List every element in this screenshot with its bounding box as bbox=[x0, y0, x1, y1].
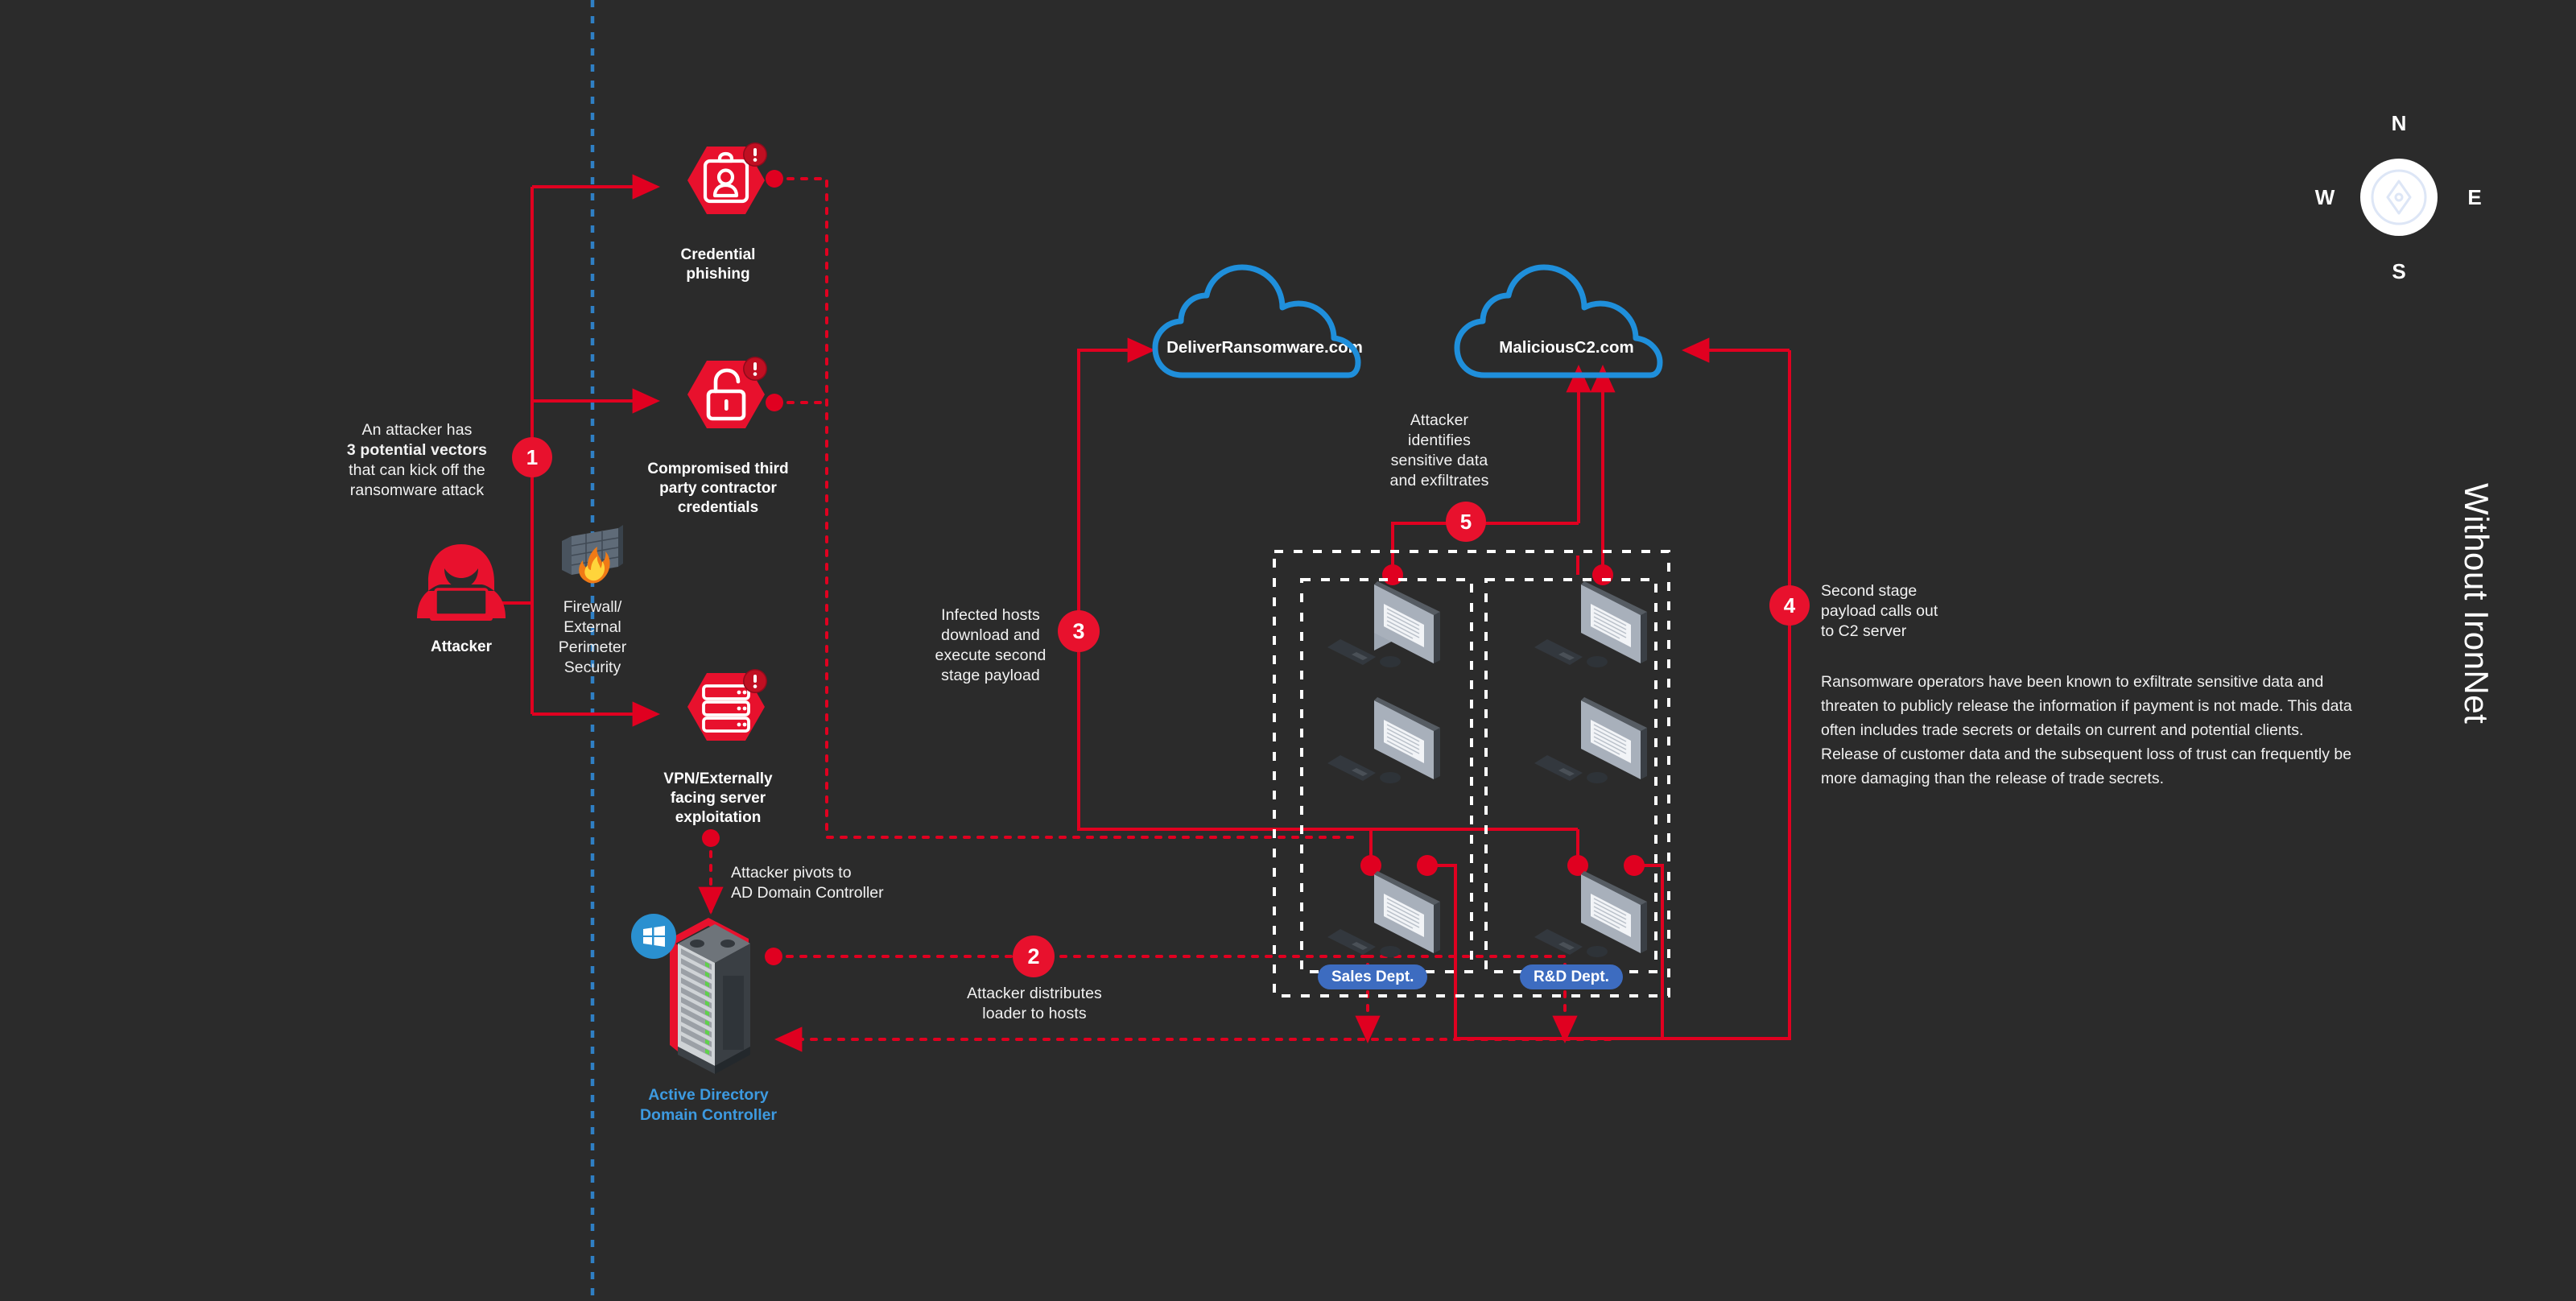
ad-label-line2: Domain Controller bbox=[639, 1106, 778, 1124]
department-badge-sales[interactable]: Sales Dept. bbox=[1318, 964, 1428, 989]
step-text-3: Infected hosts download and execute seco… bbox=[920, 605, 1061, 686]
compass-label-west: W bbox=[2314, 184, 2335, 209]
compass-label-south: S bbox=[2392, 258, 2406, 283]
windows-logo-icon bbox=[630, 913, 677, 960]
vector-label-credential-phishing: Credential phishing bbox=[638, 246, 799, 284]
step-5-line4: and exfiltrates bbox=[1389, 472, 1489, 489]
step-3-line1: Infected hosts bbox=[941, 606, 1040, 624]
vector-label-line1: VPN/Externally bbox=[663, 770, 773, 787]
attacker-icon bbox=[409, 538, 514, 626]
step-4-line2: payload calls out bbox=[1821, 602, 1938, 620]
step-5-line1: Attacker bbox=[1410, 411, 1469, 429]
list-item[interactable] bbox=[1531, 863, 1653, 966]
vector-label-line1: Compromised third bbox=[647, 461, 789, 477]
vector-label-line3: credentials bbox=[677, 499, 759, 516]
ad-to-hosts-distribute bbox=[772, 955, 1578, 1044]
step-3-line2: download and bbox=[941, 626, 1040, 644]
vector-label-line1: Credential bbox=[680, 246, 756, 263]
step-5-line3: sensitive data bbox=[1390, 452, 1488, 469]
pivot-annotation-line1: Attacker pivots to bbox=[731, 864, 852, 882]
vector-label-third-party-credentials: Compromised third party contractor crede… bbox=[613, 460, 823, 518]
vpn-out-dot bbox=[702, 829, 720, 847]
step-1-line1: An attacker has bbox=[361, 421, 473, 439]
step-text-2: Attacker distributes loader to hosts bbox=[942, 984, 1127, 1024]
step-1-line2: 3 potential vectors bbox=[346, 441, 488, 459]
vector-label-line2: facing server bbox=[670, 790, 766, 807]
step-5-line2: identifies bbox=[1408, 432, 1471, 449]
firewall-label: Firewall/ External Perimeter Security bbox=[544, 597, 641, 678]
firewall-label-line2: External bbox=[564, 618, 621, 636]
firewall-brick-flame-icon bbox=[555, 523, 630, 588]
step-badge-4[interactable]: 4 bbox=[1769, 585, 1810, 626]
page-title: Without IronNet bbox=[2458, 483, 2496, 725]
cloud-icon-malicious-c2[interactable] bbox=[1454, 256, 1679, 385]
step-4-line3: to C2 server bbox=[1821, 622, 1907, 640]
step-badge-5[interactable]: 5 bbox=[1446, 502, 1486, 542]
pivot-annotation: Attacker pivots to AD Domain Controller bbox=[731, 863, 997, 903]
step-2-line2: loader to hosts bbox=[982, 1005, 1087, 1022]
step-text-5: Attacker identifies sensitive data and e… bbox=[1367, 411, 1512, 491]
compass-label-east: E bbox=[2467, 184, 2482, 209]
active-directory-label: Active Directory Domain Controller bbox=[604, 1085, 813, 1125]
list-item[interactable] bbox=[1324, 689, 1447, 792]
vector-node-credential-phishing[interactable] bbox=[662, 142, 774, 242]
step-3-line4: stage payload bbox=[941, 667, 1040, 684]
vector-node-vpn-exploitation[interactable] bbox=[662, 668, 774, 768]
list-item[interactable] bbox=[1324, 863, 1447, 966]
step-badge-2[interactable]: 2 bbox=[1013, 935, 1055, 977]
firewall-label-line3: Perimeter bbox=[558, 638, 627, 656]
step-text-1: An attacker has 3 potential vectors that… bbox=[336, 420, 497, 501]
step-3-line3: execute second bbox=[935, 646, 1046, 664]
pivot-annotation-line2: AD Domain Controller bbox=[731, 884, 884, 902]
vector-node-third-party-credentials[interactable] bbox=[662, 356, 774, 456]
step-badge-1[interactable]: 1 bbox=[512, 437, 552, 477]
step-1-line4: ransomware attack bbox=[349, 481, 485, 499]
firewall-label-line4: Security bbox=[564, 659, 621, 676]
diagram-canvas: Attacker Firewall/ External Perimeter Se… bbox=[0, 0, 2576, 1301]
list-item[interactable] bbox=[1324, 573, 1447, 676]
vector-label-line3: exploitation bbox=[675, 809, 762, 826]
ad-label-line1: Active Directory bbox=[648, 1086, 769, 1104]
body-paragraph: Ransomware operators have been known to … bbox=[1821, 673, 2352, 787]
attacker-label: Attacker bbox=[430, 638, 493, 655]
host-bus-solid bbox=[1079, 828, 1579, 865]
department-badge-rd[interactable]: R&D Dept. bbox=[1520, 964, 1623, 989]
list-item[interactable] bbox=[1531, 573, 1653, 676]
vector-label-line2: party contractor bbox=[659, 480, 777, 497]
cloud-icon-deliver-ransomware[interactable] bbox=[1152, 256, 1377, 385]
step-1-line3: that can kick off the bbox=[349, 461, 485, 479]
compass-rose: N E S W bbox=[2315, 111, 2482, 283]
list-item[interactable] bbox=[1531, 689, 1653, 792]
firewall-label-line1: Firewall/ bbox=[563, 598, 622, 616]
step-text-4: Second stage payload calls out to C2 ser… bbox=[1821, 581, 2006, 642]
compass-icon bbox=[2371, 169, 2427, 225]
step-badge-3[interactable]: 3 bbox=[1058, 610, 1100, 652]
vector-label-line2: phishing bbox=[686, 266, 750, 283]
compass-label-north: N bbox=[2391, 110, 2407, 135]
step-4-line1: Second stage bbox=[1821, 582, 1918, 600]
step-2-line1: Attacker distributes bbox=[967, 985, 1102, 1002]
vector-label-vpn-exploitation: VPN/Externally facing server exploitatio… bbox=[621, 770, 815, 828]
